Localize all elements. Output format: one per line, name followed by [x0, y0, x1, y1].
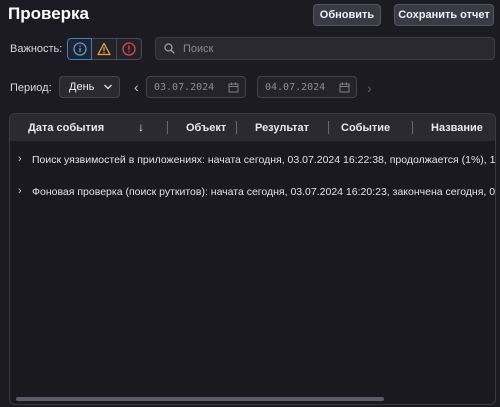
chevron-right-icon[interactable]: ›: [18, 153, 22, 165]
date-from-field[interactable]: 03.07.2024: [146, 76, 246, 98]
table-row[interactable]: › Фоновая проверка (поиск руткитов): нач…: [10, 183, 495, 203]
previous-period-arrow[interactable]: ‹: [134, 80, 139, 94]
chevron-right-icon[interactable]: ›: [18, 185, 22, 197]
date-from-value: 03.07.2024: [154, 81, 215, 93]
save-report-button[interactable]: Сохранить отчет: [394, 4, 494, 26]
events-table: Дата события ↓ Объект Результат Событие …: [9, 113, 496, 405]
table-header: Дата события ↓ Объект Результат Событие …: [10, 114, 495, 141]
period-select-value: День: [69, 81, 95, 93]
column-divider[interactable]: [328, 121, 329, 134]
chevron-down-icon: [104, 84, 112, 90]
horizontal-scrollbar[interactable]: [16, 397, 384, 401]
warning-icon: [97, 42, 111, 56]
search-icon: [164, 43, 175, 54]
sort-descending-icon[interactable]: ↓: [138, 120, 144, 134]
page-title: Проверка: [8, 4, 90, 23]
severity-info-toggle[interactable]: [67, 38, 92, 60]
search-input[interactable]: [181, 41, 481, 56]
period-label: Период:: [10, 82, 52, 94]
column-header-name[interactable]: Название: [431, 122, 483, 134]
severity-label: Важность:: [10, 43, 63, 55]
column-header-event-date[interactable]: Дата события: [28, 122, 104, 134]
next-period-arrow[interactable]: ›: [367, 81, 372, 95]
table-row[interactable]: › Поиск уязвимостей в приложениях: начат…: [10, 151, 495, 171]
severity-warning-toggle[interactable]: [92, 38, 117, 60]
date-to-value: 04.07.2024: [265, 81, 326, 93]
severity-filter: [67, 38, 143, 60]
refresh-button[interactable]: Обновить: [313, 4, 381, 26]
column-header-object[interactable]: Объект: [186, 122, 226, 134]
period-select[interactable]: День: [59, 76, 120, 98]
column-divider[interactable]: [167, 121, 168, 134]
calendar-icon: [339, 82, 350, 92]
date-to-field[interactable]: 04.07.2024: [257, 76, 357, 98]
scan-page: Проверка Обновить Сохранить отчет Важнос…: [0, 0, 500, 407]
column-header-result[interactable]: Результат: [255, 122, 309, 134]
calendar-icon: [228, 82, 239, 92]
search-box: [155, 37, 495, 60]
column-header-event[interactable]: Событие: [341, 122, 390, 134]
row-summary: Фоновая проверка (поиск руткитов): начат…: [32, 186, 496, 198]
row-summary: Поиск уязвимостей в приложениях: начата …: [32, 154, 496, 166]
critical-icon: [122, 42, 136, 56]
column-divider[interactable]: [412, 121, 413, 134]
severity-critical-toggle[interactable]: [117, 38, 142, 60]
info-icon: [72, 42, 87, 56]
column-divider[interactable]: [236, 121, 237, 134]
